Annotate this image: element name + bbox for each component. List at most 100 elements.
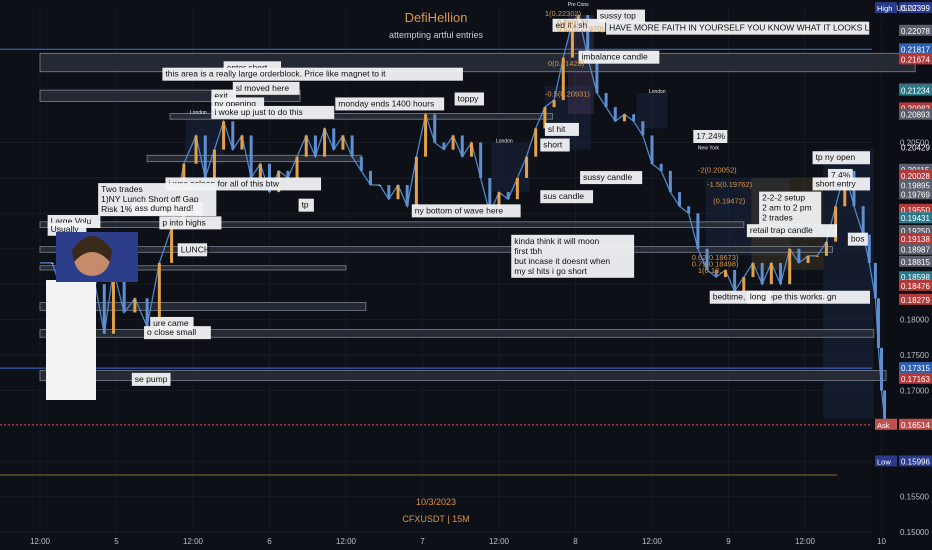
candle	[641, 121, 645, 136]
candle	[170, 227, 174, 263]
price-badge-value: 0.21234	[901, 87, 930, 96]
candle	[286, 170, 290, 178]
price-badge-value: 0.21674	[901, 55, 930, 64]
candle	[751, 262, 755, 278]
candle	[880, 347, 883, 391]
annotation: retail trap candle	[750, 225, 813, 235]
candle	[50, 262, 54, 264]
price-badge-label: High	[877, 4, 892, 13]
annotation: monday ends 1400 hours	[338, 98, 434, 108]
brand-watermark: DefiHellion	[404, 10, 468, 25]
y-tick-label: 0.18000	[900, 316, 929, 325]
price-badge-value: 0.18476	[901, 282, 930, 291]
fib-label: (0.19472)	[713, 196, 746, 205]
annotation: sussy candle	[583, 172, 632, 182]
candle	[668, 170, 672, 193]
candle	[861, 206, 865, 235]
price-chart[interactable]: 0.205000.200000.195000.190000.185000.180…	[0, 0, 932, 550]
candle	[659, 163, 663, 171]
candle	[396, 185, 400, 200]
y-tick-label: 0.15500	[900, 493, 929, 502]
candle	[788, 248, 792, 285]
annotation: i woke up just to do this	[214, 107, 302, 117]
annotation: 2 am to 2 pm	[762, 203, 812, 213]
candle	[341, 135, 345, 150]
candle	[687, 206, 691, 214]
price-badge-value: 0.18987	[901, 246, 930, 255]
candle	[604, 92, 608, 108]
candle	[231, 121, 235, 150]
candle	[222, 121, 226, 150]
fib-label: 1(0.18...	[698, 266, 726, 275]
price-badge-value: 0.18279	[901, 296, 930, 305]
candle	[806, 255, 810, 263]
annotation: but incase it doesnt when	[514, 256, 610, 266]
currency-label: USDT	[896, 4, 918, 13]
annotation: ass dump hard!	[135, 203, 194, 213]
session-label: London	[496, 139, 513, 145]
candle	[650, 135, 654, 164]
candle	[332, 128, 336, 150]
price-badge-value: 0.17163	[901, 375, 930, 384]
price-badge-label: Ask	[877, 421, 890, 430]
annotation: my sl hits i go short	[514, 266, 587, 276]
annotation: ny bottom of wave here	[415, 205, 504, 215]
annotation: short	[543, 139, 563, 149]
price-badge-value: 0.18815	[901, 258, 930, 267]
annotation: 2-2-2 setup	[762, 193, 805, 203]
x-tick-label: 8	[573, 537, 578, 546]
candle	[883, 390, 887, 419]
annotation: 17.24%	[696, 131, 725, 141]
candle	[733, 270, 737, 292]
candle	[797, 248, 801, 263]
candle	[295, 156, 299, 178]
candle	[469, 142, 473, 157]
fib-label: -0.5(0.20931)	[545, 90, 591, 99]
annotation: Two trades	[101, 184, 143, 194]
annotation: se pump	[135, 374, 168, 384]
candle	[378, 185, 382, 187]
candle	[815, 255, 819, 257]
price-badge-label: Low	[877, 457, 891, 466]
candle	[867, 234, 871, 263]
candle	[424, 114, 428, 157]
session-label: London	[190, 110, 207, 116]
price-badge-value: 0.21817	[901, 45, 930, 54]
candle	[368, 170, 372, 186]
annotation: p into highs	[162, 217, 205, 227]
candle	[323, 128, 327, 157]
candle	[414, 156, 418, 207]
candle	[249, 135, 253, 178]
annotation: sl moved here	[236, 83, 290, 93]
candle	[304, 135, 308, 157]
avatar-panel	[46, 280, 96, 400]
annotation: tp ny open	[816, 152, 856, 162]
x-tick-label: 12:00	[30, 537, 51, 546]
session-box	[636, 92, 668, 129]
candle	[824, 241, 828, 256]
candle	[460, 135, 464, 157]
x-tick-label: 12:00	[336, 537, 357, 546]
candle	[876, 298, 880, 348]
price-badge-value: 0.19431	[901, 214, 930, 223]
candle	[622, 114, 626, 122]
candle	[442, 142, 446, 150]
candle	[696, 213, 700, 249]
fib-label: -2(0.20052)	[698, 165, 737, 174]
candle	[405, 185, 409, 207]
annotation: kinda think it will moon	[514, 236, 599, 246]
candle	[203, 135, 207, 178]
candle	[525, 156, 529, 178]
annotation: this area is a really large orderblock. …	[165, 69, 386, 79]
price-badge-value: 0.17315	[901, 364, 930, 373]
y-tick-label: 0.17500	[900, 351, 929, 360]
price-badge-value: 0.16514	[901, 421, 930, 430]
y-tick-label: 0.17000	[900, 386, 929, 395]
candle	[240, 135, 244, 150]
footer-symbol: CFXUSDT | 15M	[402, 514, 470, 524]
candle	[613, 107, 617, 122]
candle	[515, 177, 519, 200]
price-badge-value: 0.20893	[901, 111, 930, 120]
annotation: bedtime, lets hope this works. gn	[713, 292, 837, 302]
candle	[145, 298, 149, 327]
